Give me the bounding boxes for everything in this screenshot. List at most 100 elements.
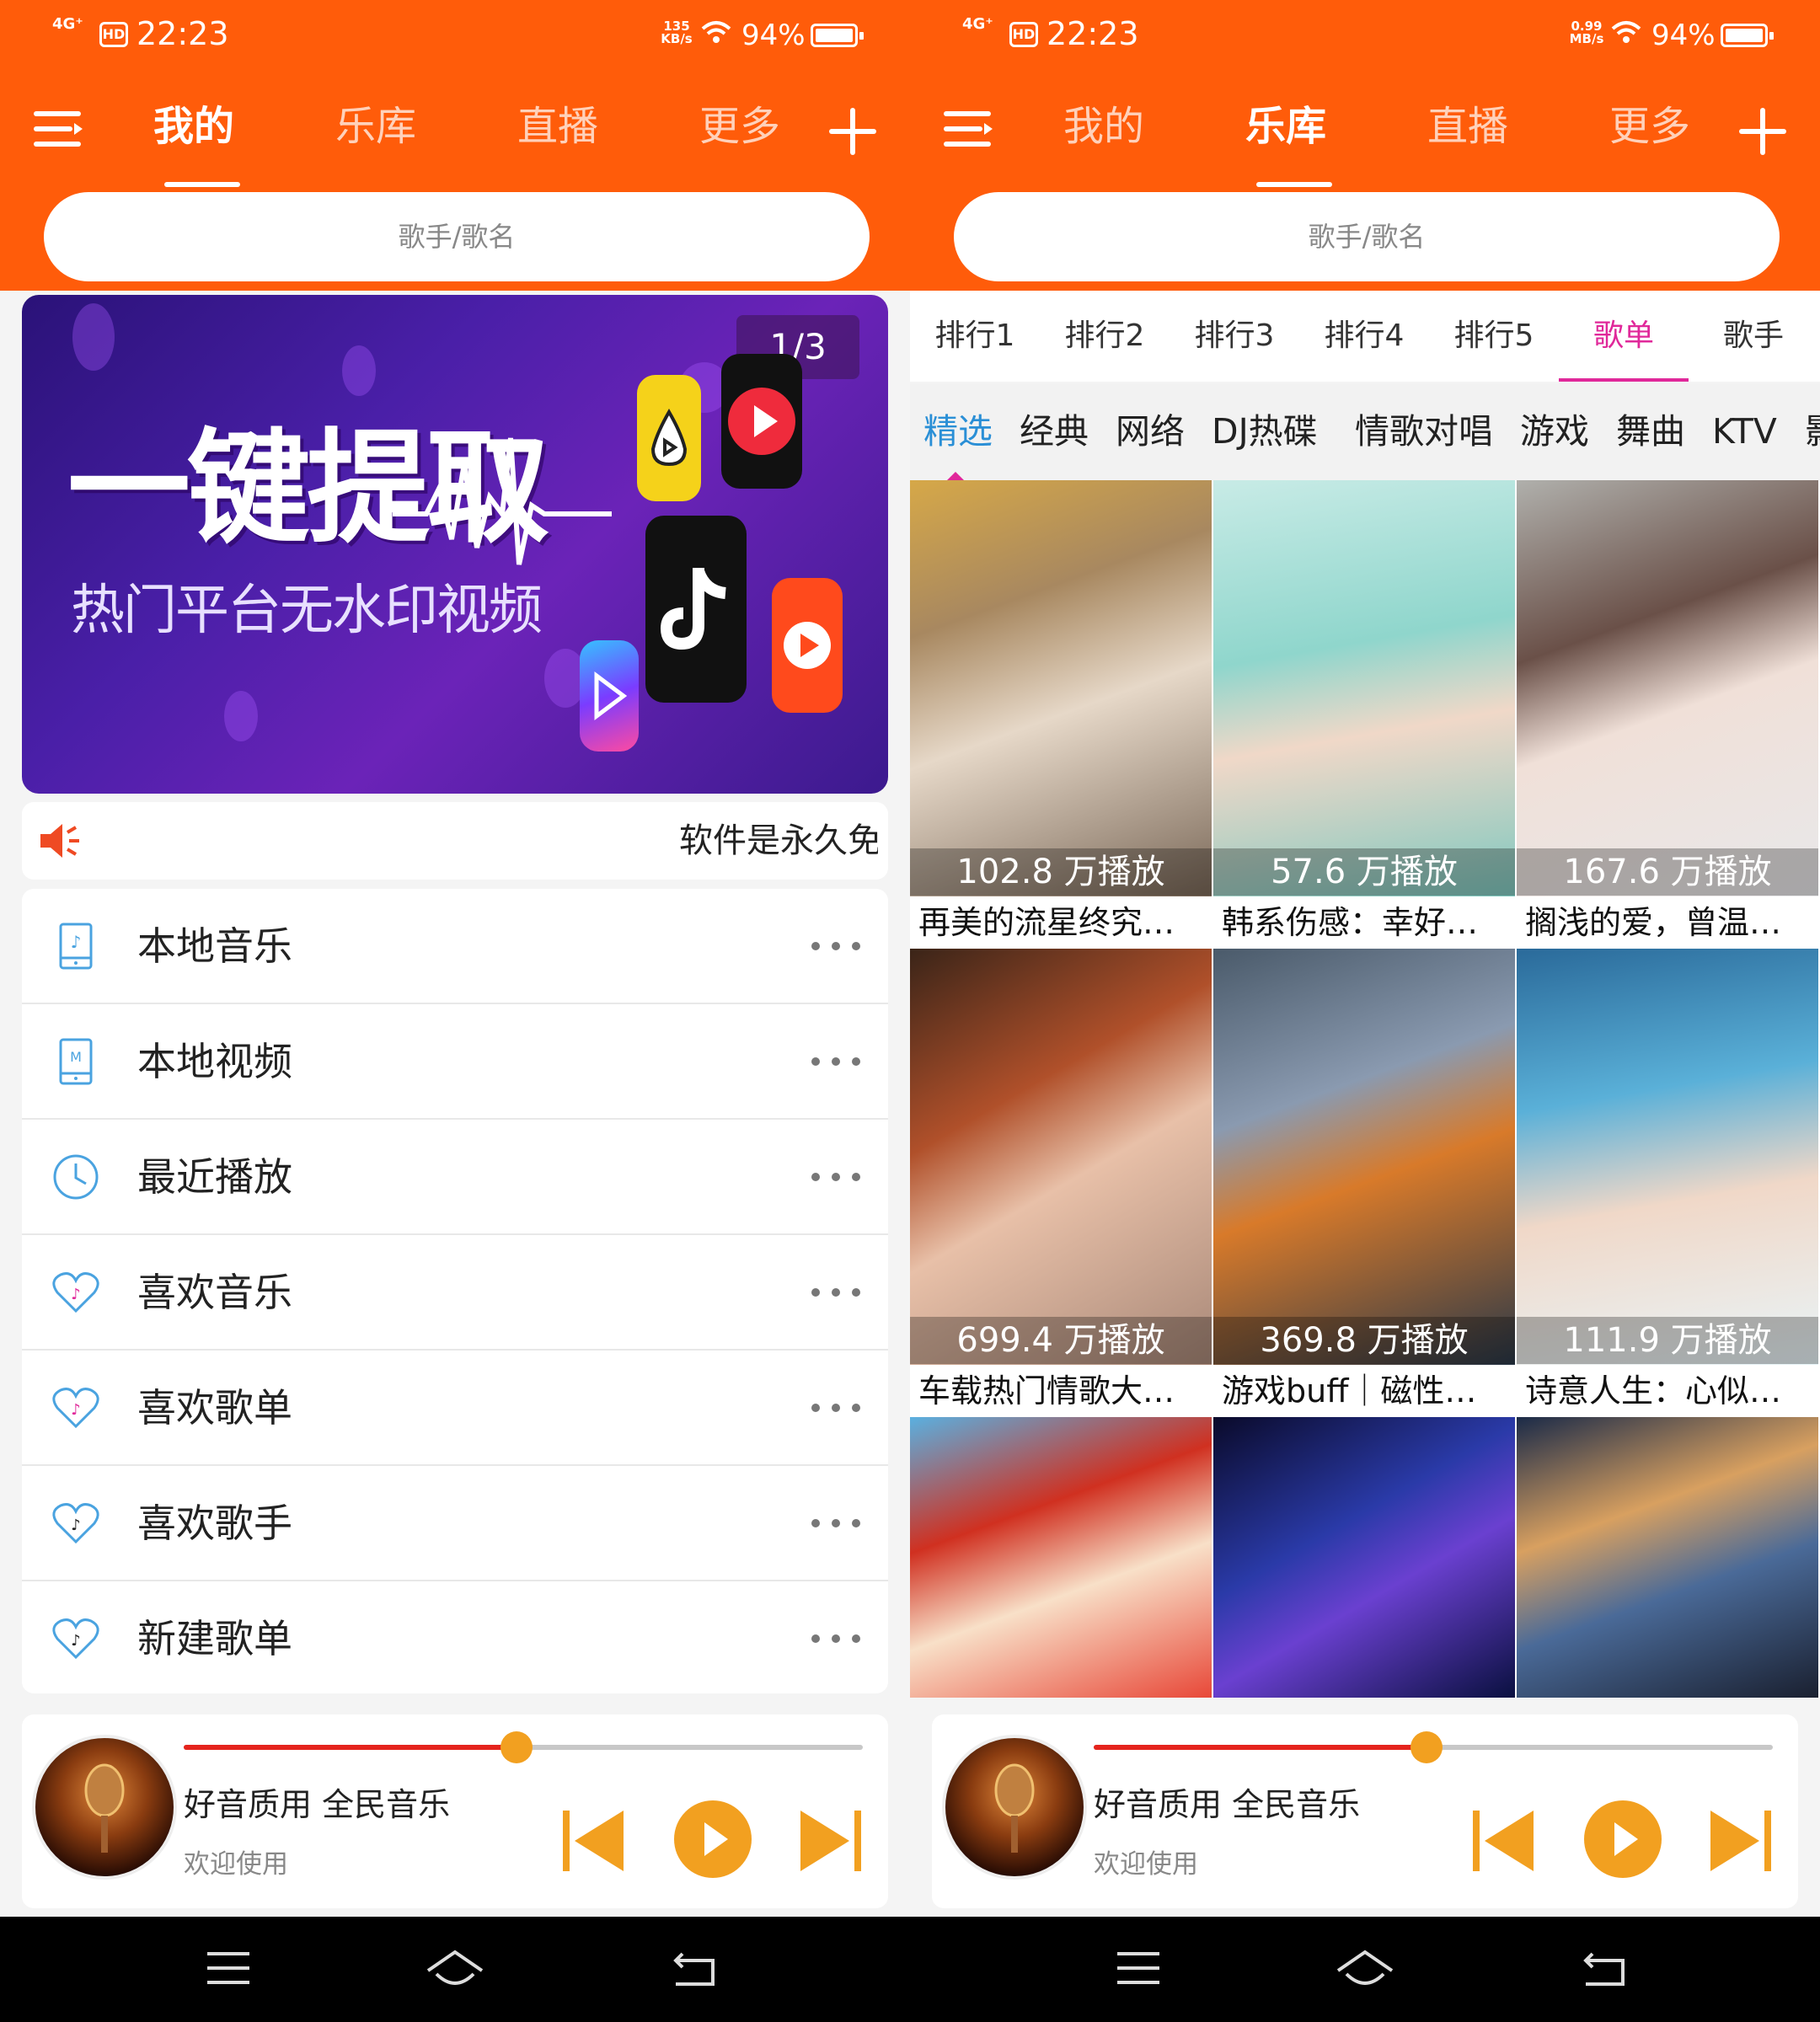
decor-bubble [72, 303, 115, 371]
play-icon[interactable] [1582, 1799, 1663, 1880]
playlist-cover [1517, 480, 1818, 896]
progress-thumb[interactable] [1410, 1731, 1443, 1763]
more-icon[interactable] [809, 938, 863, 955]
clock-icon [53, 1154, 99, 1200]
playlist-card[interactable] [910, 1417, 1212, 1698]
menu-item-local-video[interactable]: M 本地视频 [22, 1004, 888, 1120]
subtab-network[interactable]: 网络 [1116, 383, 1185, 480]
tab-rank-4[interactable]: 排行4 [1299, 291, 1429, 382]
menu-item-new-playlist[interactable]: ♪ 新建歌单 [22, 1581, 888, 1697]
next-icon[interactable] [795, 1807, 864, 1875]
more-icon[interactable] [809, 1169, 863, 1185]
tab-label: 直播 [1427, 103, 1508, 150]
more-icon[interactable] [809, 1399, 863, 1416]
home-icon[interactable] [1335, 1949, 1395, 1991]
plus-icon[interactable] [827, 106, 878, 157]
subtab-featured[interactable]: 精选 [923, 383, 993, 480]
progress-fill [1094, 1745, 1427, 1750]
next-icon[interactable] [1705, 1807, 1774, 1875]
subtab-dance[interactable]: 舞曲 [1616, 383, 1685, 480]
plus-icon[interactable] [1737, 106, 1788, 157]
progress-thumb[interactable] [500, 1731, 533, 1763]
my-music-screen: 4G⁺ HD 22:23 135 KB/s 94% 我的 乐库 直播 更多 歌手… [0, 0, 910, 1917]
more-icon[interactable] [809, 1515, 863, 1532]
back-icon[interactable] [671, 1949, 718, 1989]
tab-library[interactable]: 乐库 [317, 99, 435, 153]
library-screen: 4G⁺ HD 22:23 0.99 MB/s 94% 我的 乐库 直播 更多 歌… [910, 0, 1820, 1917]
tab-singers[interactable]: 歌手 [1689, 291, 1818, 382]
playlist-card[interactable]: 369.8 万播放 游戏buff｜磁性… [1213, 949, 1515, 1417]
playlist-card[interactable]: 167.6 万播放 搁浅的爱，曾温… [1517, 480, 1818, 949]
tab-library[interactable]: 乐库 [1227, 99, 1345, 187]
menu-item-liked-music[interactable]: ♪ 喜欢音乐 [22, 1235, 888, 1351]
menu-icon[interactable] [942, 108, 996, 152]
more-icon[interactable] [809, 1284, 863, 1301]
playlist-card[interactable]: 699.4 万播放 车载热门情歌大… [910, 949, 1212, 1417]
progress-slider[interactable] [184, 1731, 863, 1763]
previous-icon[interactable] [559, 1807, 629, 1875]
playlist-card[interactable] [1517, 1417, 1818, 1698]
tab-rank-3[interactable]: 排行3 [1170, 291, 1299, 382]
recents-icon[interactable] [206, 1949, 251, 1987]
subtab-ktv[interactable]: KTV [1712, 383, 1777, 480]
menu-item-liked-singers[interactable]: ♪ 喜欢歌手 [22, 1466, 888, 1581]
previous-icon[interactable] [1469, 1807, 1539, 1875]
tab-rank-1[interactable]: 排行1 [910, 291, 1040, 382]
playlist-card[interactable]: 57.6 万播放 韩系伤感：幸好… [1213, 480, 1515, 949]
decor-bubble [342, 345, 376, 396]
top-nav: 我的 乐库 直播 更多 [910, 84, 1820, 187]
menu-item-label: 本地音乐 [137, 923, 292, 969]
tab-more[interactable]: 更多 [681, 99, 799, 153]
menu-item-local-music[interactable]: ♪ 本地音乐 [22, 889, 888, 1004]
tab-live[interactable]: 直播 [499, 99, 617, 153]
play-icon[interactable] [672, 1799, 753, 1880]
svg-text:♪: ♪ [71, 1286, 81, 1303]
progress-slider[interactable] [1094, 1731, 1773, 1763]
my-music-menu: ♪ 本地音乐 M 本地视频 最近播放 ♪ 喜欢音乐 ♪ 喜欢歌单 ♪ 喜欢歌手 … [22, 889, 888, 1693]
tab-more[interactable]: 更多 [1591, 99, 1709, 153]
home-icon[interactable] [425, 1949, 485, 1991]
subtab-film[interactable]: 影 [1805, 383, 1820, 480]
network-indicator: 4G⁺ [962, 15, 993, 33]
search-input[interactable]: 歌手/歌名 [44, 192, 870, 281]
playlist-name: 搁浅的爱，曾温… [1525, 904, 1782, 941]
play-count: 111.9 万播放 [1517, 1317, 1818, 1364]
playlist-cover [1517, 1417, 1818, 1698]
promo-banner[interactable]: 一键提取 热门平台无水印视频 1/3 [22, 295, 888, 794]
tiktok-icon [645, 516, 747, 703]
kuaishou-icon [772, 578, 843, 713]
album-cover[interactable] [942, 1735, 1087, 1880]
tab-rank-2[interactable]: 排行2 [1040, 291, 1170, 382]
menu-item-recent[interactable]: 最近播放 [22, 1120, 888, 1235]
sound-wave-icon [393, 437, 612, 565]
menu-item-liked-playlists[interactable]: ♪ 喜欢歌单 [22, 1351, 888, 1466]
more-icon[interactable] [809, 1053, 863, 1070]
tab-mine[interactable]: 我的 [1045, 99, 1163, 153]
menu-icon[interactable] [32, 108, 86, 152]
tab-playlists[interactable]: 歌单 [1559, 291, 1689, 382]
tab-rank-5[interactable]: 排行5 [1429, 291, 1559, 382]
menu-item-label: 最近播放 [137, 1154, 292, 1200]
recents-icon[interactable] [1116, 1949, 1161, 1987]
svg-text:M: M [70, 1049, 82, 1065]
active-tab-indicator [947, 472, 964, 480]
tab-live[interactable]: 直播 [1409, 99, 1527, 153]
subtab-classic[interactable]: 经典 [1020, 383, 1089, 480]
subtab-duet[interactable]: 情歌对唱 [1355, 383, 1493, 480]
menu-item-label: 新建歌单 [137, 1616, 292, 1661]
playlist-name: 韩系伤感：幸好… [1222, 904, 1479, 941]
album-cover[interactable] [32, 1735, 177, 1880]
playlist-card[interactable] [1213, 1417, 1515, 1698]
tab-mine[interactable]: 我的 [135, 99, 253, 187]
back-icon[interactable] [1581, 1949, 1628, 1989]
battery-percent: 94% [741, 19, 806, 52]
heart-music-icon: ♪ [52, 1388, 99, 1429]
playlist-card[interactable]: 111.9 万播放 诗意人生：心似… [1517, 949, 1818, 1417]
search-input[interactable]: 歌手/歌名 [954, 192, 1780, 281]
playlist-cover [910, 949, 1212, 1365]
playlist-card[interactable]: 102.8 万播放 再美的流星终究… [910, 480, 1212, 949]
more-icon[interactable] [809, 1630, 863, 1647]
playlist-name: 车载热门情歌大… [918, 1372, 1175, 1410]
subtab-dj[interactable]: DJ热碟 [1212, 383, 1318, 480]
subtab-game[interactable]: 游戏 [1520, 383, 1589, 480]
